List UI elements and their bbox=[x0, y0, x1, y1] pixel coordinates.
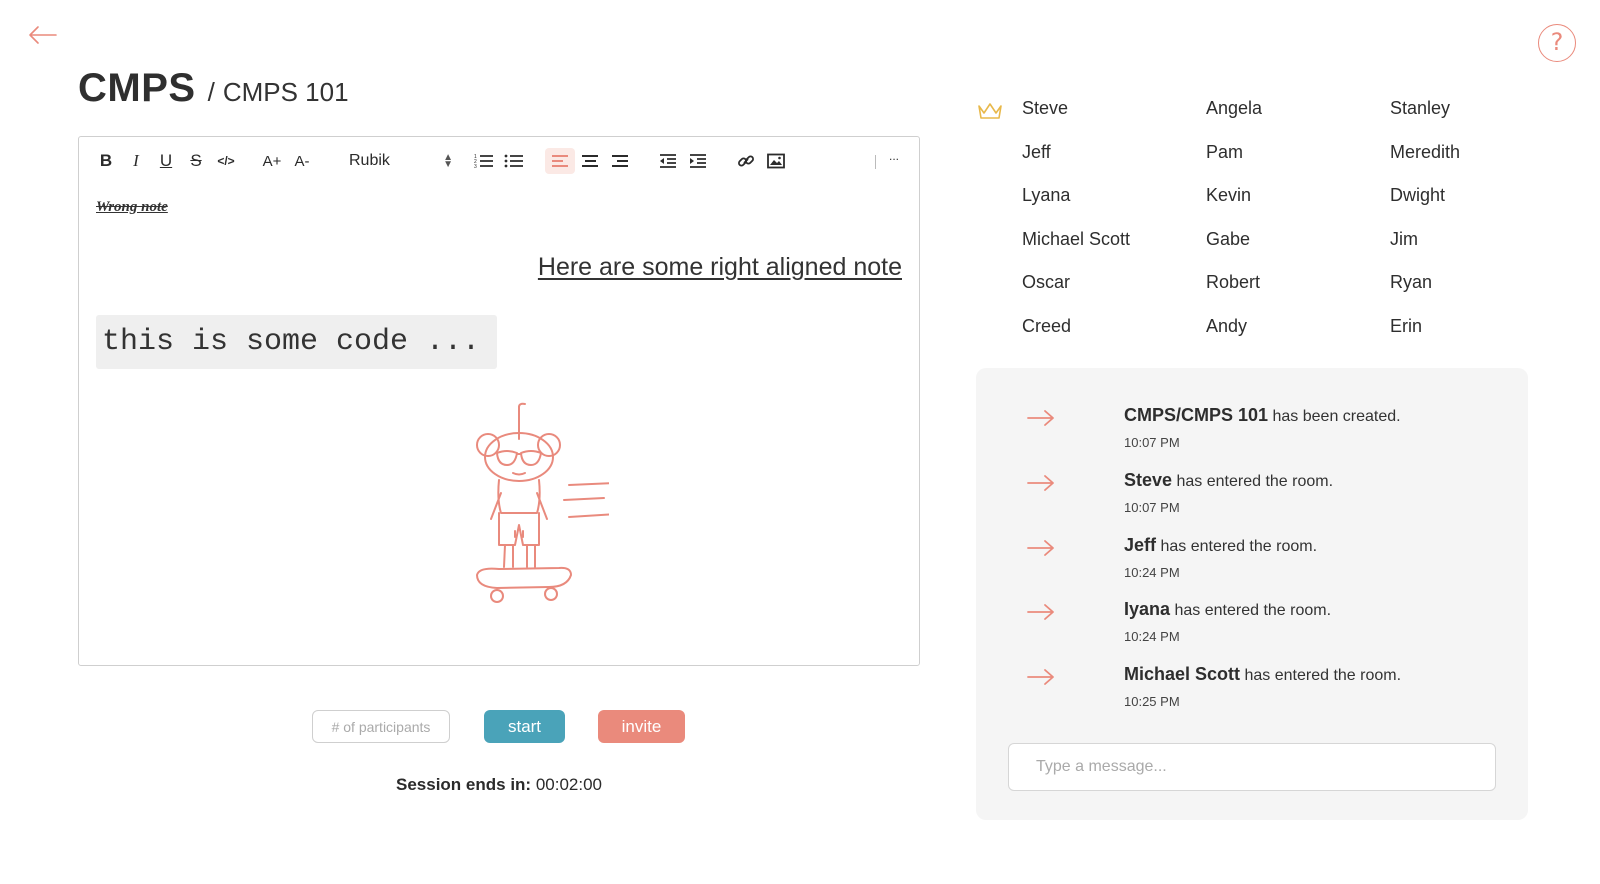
event-subject: Jeff bbox=[1124, 534, 1157, 555]
member-name: Oscar bbox=[1022, 272, 1071, 293]
member-name: Robert bbox=[1206, 272, 1261, 293]
event-time: 10:07 PM bbox=[1124, 435, 1180, 450]
member-name: Meredith bbox=[1390, 141, 1461, 162]
member-name: Gabe bbox=[1206, 228, 1251, 249]
align-left-icon bbox=[552, 155, 568, 167]
strikethrough-note: Wrong note bbox=[96, 199, 168, 215]
title-section: CMPS 101 bbox=[222, 77, 349, 107]
italic-button[interactable]: I bbox=[123, 148, 149, 174]
event-action: has entered the room. bbox=[1174, 602, 1332, 620]
underline-button[interactable]: U bbox=[153, 148, 179, 174]
event-action: has entered the room. bbox=[1244, 667, 1402, 685]
invite-button[interactable]: invite bbox=[598, 710, 685, 743]
member-name: Jeff bbox=[1022, 141, 1051, 162]
event-time: 10:24 PM bbox=[1124, 629, 1180, 645]
font-decrease-button[interactable]: A- bbox=[289, 148, 315, 174]
arrow-right-icon bbox=[1027, 669, 1054, 686]
member-name: Kevin bbox=[1206, 185, 1252, 206]
crown-icon bbox=[978, 103, 1002, 119]
ordered-list-button[interactable]: 123 bbox=[471, 148, 497, 174]
link-icon bbox=[738, 155, 754, 167]
session-label: Session ends in: bbox=[396, 775, 532, 794]
event-time: 10:24 PM bbox=[1124, 564, 1180, 580]
start-button[interactable]: start bbox=[484, 710, 565, 743]
member-name: Stanley bbox=[1390, 98, 1451, 118]
event-subject: Michael Scott bbox=[1124, 664, 1241, 685]
bold-button[interactable]: B bbox=[93, 148, 119, 174]
arrow-right-icon bbox=[1027, 410, 1054, 426]
event-subject: CMPS/CMPS 101 bbox=[1124, 405, 1269, 425]
align-center-icon bbox=[582, 155, 598, 167]
indent-icon bbox=[690, 154, 706, 168]
outdent-button[interactable] bbox=[655, 148, 681, 174]
page-title: CMPS / CMPS 101 bbox=[78, 66, 349, 111]
strikethrough-button[interactable]: S bbox=[183, 148, 209, 174]
session-time: 00:02:00 bbox=[535, 775, 603, 794]
bullet-list-button[interactable] bbox=[501, 148, 527, 174]
font-increase-button[interactable]: A+ bbox=[259, 148, 285, 174]
chat-panel: CMPS/CMPS 101 has been created. 10:07 PM S… bbox=[976, 368, 1528, 820]
question-mark-icon: ? bbox=[1550, 28, 1564, 56]
member-name: Jim bbox=[1390, 228, 1418, 249]
event-time: 10:07 PM bbox=[1124, 499, 1180, 515]
align-right-icon bbox=[612, 155, 628, 167]
more-options-button[interactable]: ... bbox=[889, 149, 899, 163]
title-course: CMPS bbox=[78, 66, 196, 110]
member-name: Ryan bbox=[1390, 272, 1433, 293]
event-action: has entered the room. bbox=[1176, 472, 1334, 490]
member-name: Dwight bbox=[1390, 185, 1446, 206]
image-button[interactable] bbox=[763, 148, 789, 174]
member-name: Steve bbox=[1022, 98, 1069, 118]
editor-content[interactable]: Wrong note Here are some right aligned n… bbox=[79, 185, 919, 665]
font-select-value: Rubik bbox=[349, 152, 390, 169]
right-aligned-note: Here are some right aligned note bbox=[537, 253, 902, 281]
arrow-right-icon bbox=[1027, 539, 1054, 556]
event-text: Jeff has entered the room. bbox=[1124, 535, 1317, 556]
code-block: this is some code ... bbox=[96, 315, 497, 369]
arrow-left-icon bbox=[29, 26, 57, 44]
select-arrows-icon: ▲ ▼ bbox=[443, 152, 453, 170]
align-right-button[interactable] bbox=[607, 148, 633, 174]
member-name: Creed bbox=[1022, 316, 1072, 336]
note-editor[interactable]: B I U S </> A+ A- Rubik ▲ ▼ 123 ... Wron… bbox=[78, 136, 920, 666]
member-name: Lyana bbox=[1022, 185, 1071, 206]
image-icon bbox=[767, 153, 785, 169]
event-text: CMPS/CMPS 101 has been created. bbox=[1124, 405, 1401, 426]
svg-text:3: 3 bbox=[474, 164, 477, 169]
skateboarder-illustration bbox=[476, 402, 609, 603]
event-subject: Iyana bbox=[1124, 599, 1171, 620]
arrow-right-icon bbox=[1027, 474, 1054, 491]
member-name: Pam bbox=[1206, 141, 1244, 162]
member-name: Erin bbox=[1390, 316, 1423, 336]
event-text: Iyana has entered the room. bbox=[1124, 599, 1331, 620]
align-left-button[interactable] bbox=[545, 148, 575, 174]
participants-count-input[interactable] bbox=[312, 710, 450, 743]
bullet-list-icon bbox=[504, 154, 523, 168]
outdent-icon bbox=[660, 154, 676, 168]
event-action: has entered the room. bbox=[1160, 537, 1318, 555]
message-input[interactable] bbox=[1008, 743, 1496, 791]
align-center-button[interactable] bbox=[577, 148, 603, 174]
link-button[interactable] bbox=[733, 148, 759, 174]
editor-toolbar: B I U S </> A+ A- Rubik ▲ ▼ 123 ... bbox=[79, 137, 919, 185]
font-select[interactable]: Rubik ▲ ▼ bbox=[349, 148, 459, 174]
event-action: has been created. bbox=[1272, 408, 1401, 425]
ordered-list-icon: 123 bbox=[474, 154, 493, 169]
session-timer: Session ends in: 00:02:00 bbox=[396, 775, 602, 795]
event-time: 10:25 PM bbox=[1124, 694, 1180, 710]
event-subject: Steve bbox=[1124, 469, 1173, 490]
member-name: Michael Scott bbox=[1022, 228, 1131, 249]
member-name: Angela bbox=[1206, 98, 1263, 118]
event-text: Michael Scott has entered the room. bbox=[1124, 664, 1401, 685]
indent-button[interactable] bbox=[685, 148, 711, 174]
member-name: Andy bbox=[1206, 316, 1248, 336]
back-button[interactable] bbox=[26, 22, 58, 48]
arrow-right-icon bbox=[1027, 604, 1054, 621]
code-button[interactable]: </> bbox=[213, 148, 239, 174]
toolbar-divider bbox=[875, 155, 876, 169]
title-separator: / bbox=[207, 77, 215, 107]
help-button[interactable]: ? bbox=[1538, 24, 1576, 62]
event-text: Steve has entered the room. bbox=[1124, 470, 1333, 491]
